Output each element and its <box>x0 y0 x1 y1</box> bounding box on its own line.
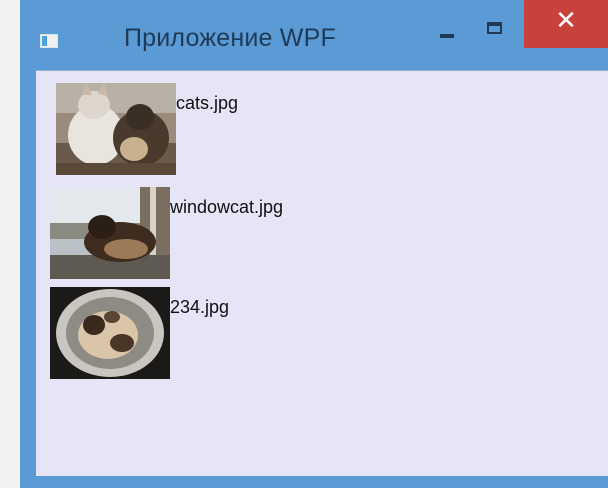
close-button[interactable]: ✕ <box>524 0 608 48</box>
maximize-button[interactable] <box>475 0 525 50</box>
app-icon[interactable] <box>40 34 58 48</box>
wpf-window: Приложение WPF ✕ cats.jpg windowcat.jpg … <box>20 0 608 488</box>
cats-thumbnail-image <box>56 83 176 175</box>
title-bar[interactable]: Приложение WPF ✕ <box>20 0 608 68</box>
list-item[interactable]: cats.jpg <box>36 83 436 175</box>
list-item[interactable]: 234.jpg <box>36 287 436 379</box>
file-name: cats.jpg <box>176 93 239 113</box>
minimize-button[interactable] <box>420 0 470 50</box>
close-icon: ✕ <box>555 6 577 36</box>
file-name: 234.jpg <box>170 297 230 317</box>
window-title: Приложение WPF <box>124 24 336 52</box>
windowcat-thumbnail-image <box>50 187 170 279</box>
window-bottom-border <box>20 476 608 488</box>
234-thumbnail-image <box>50 287 170 379</box>
file-name: windowcat.jpg <box>170 197 284 217</box>
file-list: cats.jpg windowcat.jpg 234.jpg <box>36 70 608 477</box>
list-item[interactable]: windowcat.jpg <box>36 187 436 279</box>
